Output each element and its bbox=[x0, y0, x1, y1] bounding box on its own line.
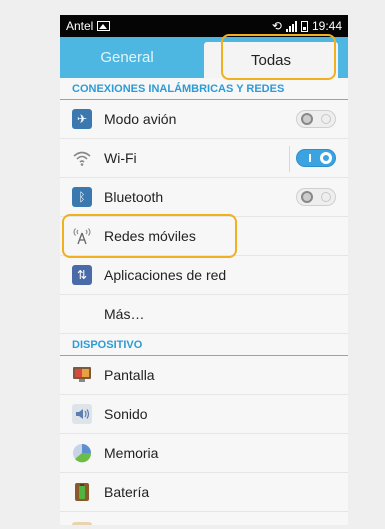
setting-label: Bluetooth bbox=[104, 189, 164, 205]
highlight-redes-moviles bbox=[62, 214, 237, 258]
phone-screen: Antel ⟲ 19:44 General Todas CONEXIONES I… bbox=[60, 15, 348, 525]
setting-label: Batería bbox=[104, 484, 150, 500]
section-header-device: DISPOSITIVO bbox=[60, 334, 348, 356]
carrier-label: Antel bbox=[66, 19, 94, 33]
display-icon bbox=[72, 365, 92, 385]
tab-general[interactable]: General bbox=[60, 37, 194, 78]
setting-battery[interactable]: Batería bbox=[60, 473, 348, 512]
partial-icon bbox=[72, 521, 92, 525]
signal-icon bbox=[285, 20, 297, 32]
airplane-mode-toggle[interactable] bbox=[296, 110, 336, 128]
setting-label: Aplicaciones de red bbox=[104, 267, 227, 283]
divider bbox=[289, 146, 290, 172]
bluetooth-icon: ᛒ bbox=[72, 187, 92, 207]
section-header-wireless: CONEXIONES INALÁMBRICAS Y REDES bbox=[60, 78, 348, 100]
setting-bluetooth[interactable]: ᛒ Bluetooth bbox=[60, 178, 348, 217]
wifi-icon bbox=[72, 148, 92, 168]
setting-storage[interactable]: Memoria bbox=[60, 434, 348, 473]
setting-display[interactable]: Pantalla bbox=[60, 356, 348, 395]
battery-status-icon bbox=[300, 20, 308, 32]
sync-icon: ⟲ bbox=[271, 19, 282, 33]
setting-wifi[interactable]: Wi-Fi bbox=[60, 139, 348, 178]
setting-label: Sonido bbox=[104, 406, 148, 422]
setting-next-partial[interactable] bbox=[60, 512, 348, 525]
storage-icon bbox=[72, 443, 92, 463]
image-notification-icon bbox=[97, 21, 111, 31]
bluetooth-toggle[interactable] bbox=[296, 188, 336, 206]
setting-label: Pantalla bbox=[104, 367, 155, 383]
setting-airplane-mode[interactable]: ✈ Modo avión bbox=[60, 100, 348, 139]
highlight-tab-todas bbox=[221, 34, 336, 80]
sound-icon bbox=[72, 404, 92, 424]
battery-icon bbox=[72, 482, 92, 502]
setting-sound[interactable]: Sonido bbox=[60, 395, 348, 434]
airplane-icon: ✈ bbox=[72, 109, 92, 129]
wifi-toggle[interactable] bbox=[296, 149, 336, 167]
setting-label: Modo avión bbox=[104, 111, 177, 127]
setting-label: Wi-Fi bbox=[104, 150, 137, 166]
setting-label: Más… bbox=[104, 306, 145, 322]
network-apps-icon: ⇅ bbox=[72, 265, 92, 285]
setting-label: Memoria bbox=[104, 445, 159, 461]
clock: 19:44 bbox=[311, 19, 342, 33]
setting-network-apps[interactable]: ⇅ Aplicaciones de red bbox=[60, 256, 348, 295]
setting-more[interactable]: Más… bbox=[60, 295, 348, 334]
